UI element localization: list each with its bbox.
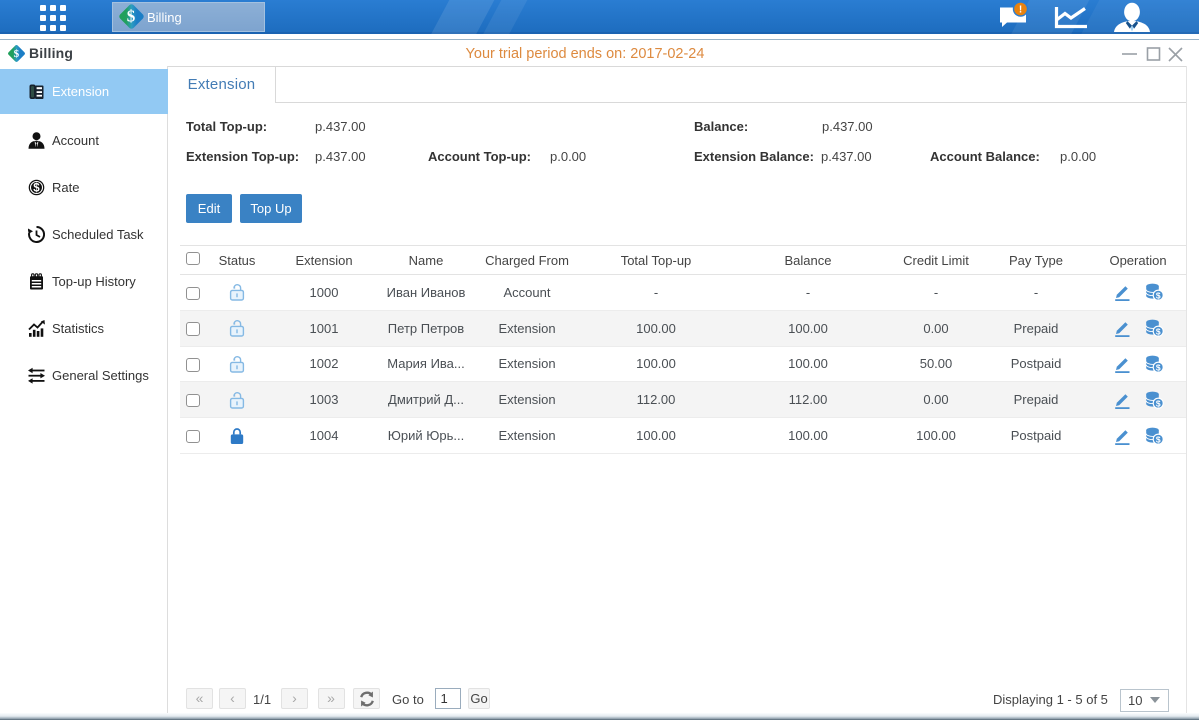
svg-text:$: $ xyxy=(1155,291,1160,301)
svg-text:$: $ xyxy=(33,183,40,195)
svg-text:$: $ xyxy=(1155,327,1160,337)
svg-text:!: ! xyxy=(1019,4,1022,15)
svg-text:$: $ xyxy=(1155,398,1160,408)
svg-text:$: $ xyxy=(1155,434,1160,444)
svg-text:$: $ xyxy=(1155,362,1160,372)
